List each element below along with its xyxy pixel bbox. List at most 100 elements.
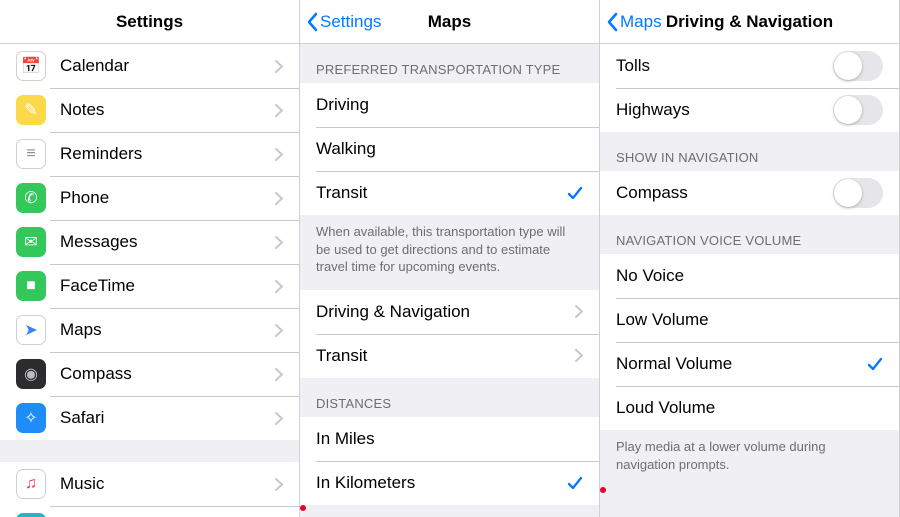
chevron-right-icon: [575, 349, 583, 362]
list-row[interactable]: Low Volume: [600, 298, 899, 342]
list-row[interactable]: No Voice: [600, 254, 899, 298]
driving-nav-list: Tolls Highways SHOW IN NAVIGATION Compass…: [600, 44, 899, 517]
app-icon: ♫: [16, 469, 46, 499]
check-icon: [567, 475, 583, 491]
row-label: Compass: [616, 183, 833, 203]
back-button[interactable]: Maps: [606, 12, 662, 32]
row-label: Calendar: [60, 56, 275, 76]
app-icon: ▶: [16, 513, 46, 517]
settings-row[interactable]: ♫ Music: [0, 462, 299, 506]
row-label: Notes: [60, 100, 275, 120]
section-header: SHOW IN NAVIGATION: [600, 132, 899, 171]
settings-row[interactable]: ◉ Compass: [0, 352, 299, 396]
app-icon: ✉︎: [16, 227, 46, 257]
row-label: Normal Volume: [616, 354, 867, 374]
chevron-right-icon: [275, 148, 283, 161]
settings-row[interactable]: ✉︎ Messages: [0, 220, 299, 264]
list-row[interactable]: Transit: [300, 171, 599, 215]
row-label: Reminders: [60, 144, 275, 164]
back-button[interactable]: Settings: [306, 12, 381, 32]
toggle-switch[interactable]: [833, 51, 883, 81]
back-label: Settings: [320, 12, 381, 32]
list-row[interactable]: Driving & Navigation: [300, 290, 599, 334]
row-label: Loud Volume: [616, 398, 883, 418]
chevron-left-icon: [306, 12, 318, 32]
section-header: PREFERRED TRANSPORTATION TYPE: [300, 44, 599, 83]
app-icon: ✆: [16, 183, 46, 213]
chevron-right-icon: [275, 236, 283, 249]
row-label: Tolls: [616, 56, 833, 76]
settings-panel: Settings 📅 Calendar ✎ Notes ≡ Reminders ✆ Phone…: [0, 0, 300, 517]
chevron-left-icon: [606, 12, 618, 32]
check-icon: [567, 185, 583, 201]
driving-nav-panel: Maps Driving & Navigation Tolls Highways …: [600, 0, 900, 517]
row-label: Messages: [60, 232, 275, 252]
settings-list: 📅 Calendar ✎ Notes ≡ Reminders ✆ Phone ✉︎ Message…: [0, 44, 299, 517]
section-footer: When available, this transportation type…: [300, 215, 599, 290]
maps-panel: Settings Maps PREFERRED TRANSPORTATION T…: [300, 0, 600, 517]
app-icon: ≡: [16, 139, 46, 169]
row-label: Walking: [316, 139, 583, 159]
chevron-right-icon: [275, 104, 283, 117]
app-icon: ➤: [16, 315, 46, 345]
row-label: Low Volume: [616, 310, 883, 330]
list-row[interactable]: In Kilometers: [300, 461, 599, 505]
row-label: Highways: [616, 100, 833, 120]
row-label: In Kilometers: [316, 473, 567, 493]
settings-row[interactable]: ✆ Phone: [0, 176, 299, 220]
nav-bar: Maps Driving & Navigation: [600, 0, 899, 44]
list-row[interactable]: Walking: [300, 127, 599, 171]
chevron-right-icon: [275, 192, 283, 205]
settings-row[interactable]: ✎ Notes: [0, 88, 299, 132]
app-icon: ■: [16, 271, 46, 301]
back-label: Maps: [620, 12, 662, 32]
nav-bar: Settings: [0, 0, 299, 44]
app-icon: ◉: [16, 359, 46, 389]
list-row[interactable]: Driving: [300, 83, 599, 127]
row-label: Phone: [60, 188, 275, 208]
section-header: DISTANCES: [300, 378, 599, 417]
maps-list: PREFERRED TRANSPORTATION TYPE Driving Wal…: [300, 44, 599, 517]
settings-row[interactable]: ▶Videos: [0, 506, 299, 517]
list-row[interactable]: Loud Volume: [600, 386, 899, 430]
toggle-switch[interactable]: [833, 178, 883, 208]
check-icon: [867, 356, 883, 372]
chevron-right-icon: [275, 280, 283, 293]
list-row[interactable]: Normal Volume: [600, 342, 899, 386]
chevron-right-icon: [575, 305, 583, 318]
toggle-switch[interactable]: [833, 95, 883, 125]
section-header: NAVIGATION VOICE VOLUME: [600, 215, 899, 254]
row-label: Music: [60, 474, 275, 494]
row-label: Maps: [60, 320, 275, 340]
row-label: Driving & Navigation: [316, 302, 575, 322]
chevron-right-icon: [275, 368, 283, 381]
chevron-right-icon: [275, 412, 283, 425]
row-label: No Voice: [616, 266, 883, 286]
row-label: Driving: [316, 95, 583, 115]
nav-title: Settings: [0, 12, 299, 32]
app-icon: ✎: [16, 95, 46, 125]
list-row[interactable]: Transit: [300, 334, 599, 378]
settings-row[interactable]: ✧ Safari: [0, 396, 299, 440]
list-row[interactable]: Tolls: [600, 44, 899, 88]
list-row[interactable]: Compass: [600, 171, 899, 215]
chevron-right-icon: [275, 478, 283, 491]
chevron-right-icon: [275, 324, 283, 337]
row-label: FaceTime: [60, 276, 275, 296]
app-icon: 📅: [16, 51, 46, 81]
list-row[interactable]: Highways: [600, 88, 899, 132]
row-label: Transit: [316, 183, 567, 203]
app-icon: ✧: [16, 403, 46, 433]
section-footer: Play media at a lower volume during navi…: [600, 430, 899, 487]
list-row[interactable]: In Miles: [300, 417, 599, 461]
settings-row[interactable]: 📅 Calendar: [0, 44, 299, 88]
row-label: In Miles: [316, 429, 583, 449]
row-label: Transit: [316, 346, 575, 366]
settings-row[interactable]: ➤ Maps: [0, 308, 299, 352]
settings-row[interactable]: ■ FaceTime: [0, 264, 299, 308]
settings-row[interactable]: ≡ Reminders: [0, 132, 299, 176]
nav-bar: Settings Maps: [300, 0, 599, 44]
chevron-right-icon: [275, 60, 283, 73]
row-label: Compass: [60, 364, 275, 384]
row-label: Safari: [60, 408, 275, 428]
